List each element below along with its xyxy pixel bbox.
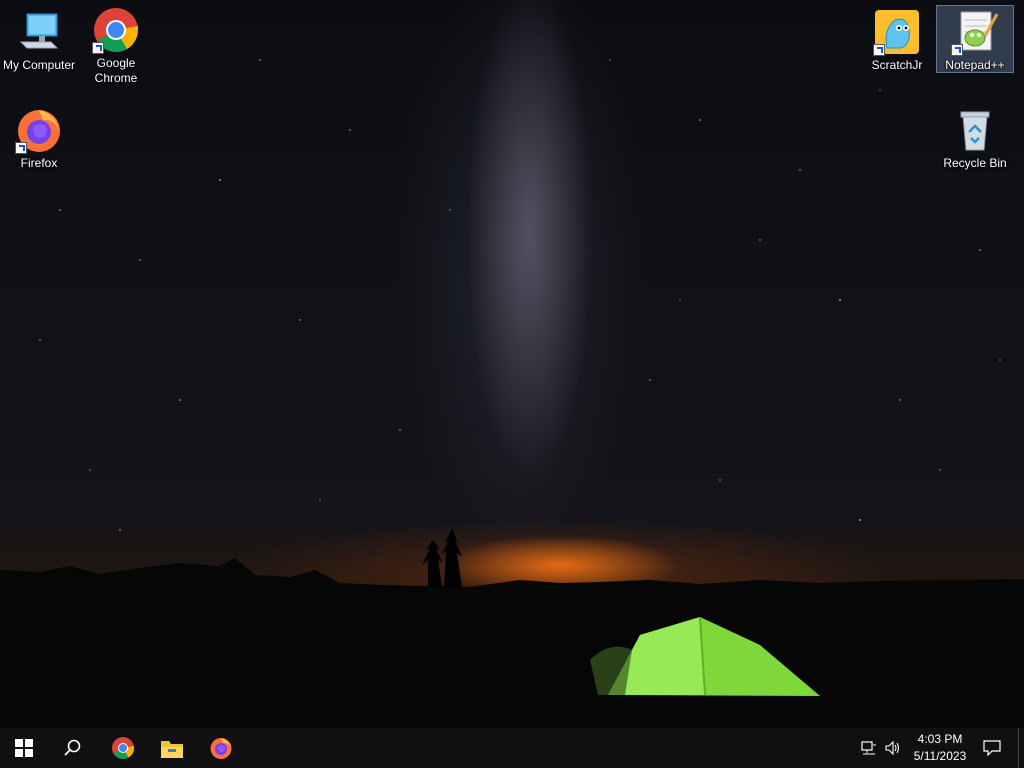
chrome-icon: [112, 737, 134, 759]
desktop-icon-firefox[interactable]: Firefox: [1, 106, 77, 171]
desktop-icon-label: My Computer: [2, 58, 76, 72]
clock-date: 5/11/2023: [913, 749, 967, 763]
clock[interactable]: 4:03 PM 5/11/2023: [905, 731, 975, 765]
taskbar-firefox-button[interactable]: [197, 728, 245, 768]
start-icon: [15, 739, 33, 757]
taskbar-file-explorer-button[interactable]: [148, 728, 196, 768]
desktop-icon-label: Google Chrome: [94, 56, 138, 85]
network-button[interactable]: [857, 728, 881, 768]
taskbar: 4:03 PM 5/11/2023: [0, 728, 1024, 768]
search-icon: [64, 739, 81, 756]
scratchjr-icon: [873, 8, 921, 56]
notepadpp-icon: [951, 8, 999, 56]
desktop-icon-scratchjr[interactable]: ScratchJr: [859, 8, 935, 73]
firefox-icon: [210, 738, 232, 759]
shortcut-arrow-icon: [951, 44, 963, 56]
chrome-icon: [92, 6, 140, 54]
taskbar-chrome-button[interactable]: [99, 728, 147, 768]
shortcut-arrow-icon: [873, 44, 885, 56]
desktop-icon-recycle-bin[interactable]: Recycle Bin: [937, 106, 1013, 171]
desktop-icon-my-computer[interactable]: My Computer: [1, 8, 77, 73]
shortcut-arrow-icon: [15, 142, 27, 154]
desktop-icon-notepadpp[interactable]: Notepad++: [936, 5, 1014, 73]
desktop-icon-label: Recycle Bin: [943, 156, 1007, 170]
desktop-icon-google-chrome[interactable]: Google Chrome: [78, 6, 154, 86]
computer-icon: [15, 8, 63, 56]
network-icon: [861, 741, 876, 755]
search-button[interactable]: [48, 728, 96, 768]
start-button[interactable]: [0, 728, 48, 768]
recycle-bin-icon: [951, 106, 999, 154]
notification-button[interactable]: [978, 728, 1006, 768]
shortcut-arrow-icon: [92, 42, 104, 54]
desktop-icon-label: ScratchJr: [871, 58, 923, 72]
mountain-silhouette: [0, 528, 1024, 728]
desktop-icon-label: Firefox: [20, 156, 58, 170]
volume-button[interactable]: [881, 728, 905, 768]
desktop-wallpaper: [0, 0, 1024, 728]
notification-icon: [983, 740, 1001, 756]
firefox-icon: [15, 106, 63, 154]
desktop-icon-label: Notepad++: [945, 58, 1005, 72]
clock-time: 4:03 PM: [917, 732, 963, 746]
show-desktop-button[interactable]: [1018, 728, 1024, 768]
volume-icon: [885, 741, 900, 755]
file-explorer-icon: [161, 741, 183, 758]
